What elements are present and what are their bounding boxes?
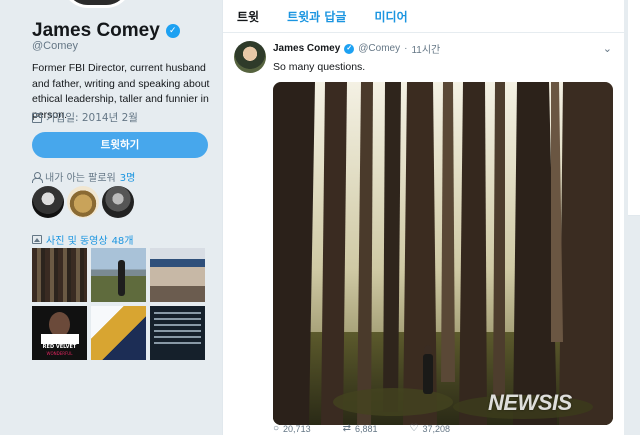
right-card [628,0,640,216]
followers-you-know-count[interactable]: 3명 [120,169,136,184]
followers-you-know-label[interactable]: 내가 아는 팔로워 [45,169,116,184]
tweet[interactable]: James Comey ✓ @Comey · 11시간 ⌄ So many qu… [223,33,624,425]
media-count[interactable]: 48개 [112,232,134,247]
reply-action[interactable]: ○ 20,713 [273,423,311,434]
media-thumbnail[interactable] [32,248,87,302]
tweet-to-button[interactable]: 트윗하기 [32,132,208,158]
retweet-count: 6,881 [354,423,378,434]
media-thumbnail[interactable] [150,248,205,302]
tweet-author-name[interactable]: James Comey [273,43,340,54]
followers-you-know[interactable]: 내가 아는 팔로워 3명 [32,169,135,184]
media-thumbnail[interactable]: RED VELVET WONDERFUL [32,306,87,360]
profile-name-row: James Comey ✓ [32,20,180,42]
timeline: 트윗 트윗과 답글 미디어 James Comey ✓ @Comey · 11시… [222,0,624,435]
follower-avatar[interactable] [32,186,64,218]
redwood-forest-image [273,82,613,425]
media-label[interactable]: 사진 및 동영상 [46,232,108,247]
photo-icon [32,235,42,244]
tweet-photo[interactable] [273,82,613,425]
joined-text: 가입일: 2014년 2월 [46,112,138,124]
verified-badge-icon: ✓ [165,24,180,38]
heart-icon: ♡ [409,423,419,434]
profile-handle[interactable]: @Comey [32,40,78,52]
tweet-actions: ○ 20,713 ⇄ 6,881 ♡ 37,208 [273,423,450,434]
like-action[interactable]: ♡ 37,208 [410,423,451,434]
profile-avatar[interactable] [62,0,132,8]
tab-media[interactable]: 미디어 [374,8,407,25]
follower-avatar[interactable] [67,186,99,218]
photos-videos-link[interactable]: 사진 및 동영상 48개 [32,232,134,247]
tweet-author-handle[interactable]: @Comey [358,43,400,54]
reply-count: 20,713 [283,423,311,434]
tab-tweets-and-replies[interactable]: 트윗과 답글 [287,8,346,25]
retweet-action[interactable]: ⇄ 6,881 [343,423,378,434]
calendar-icon [32,112,42,123]
profile-name[interactable]: James Comey [32,20,160,42]
profile-joined: 가입일: 2014년 2월 [32,110,138,125]
media-thumbnail[interactable] [150,306,205,360]
tweet-timestamp[interactable]: 11시간 [411,41,440,56]
follower-avatar[interactable] [102,186,134,218]
media-thumbnail[interactable] [91,248,146,302]
tweet-avatar[interactable] [234,41,266,73]
media-grid: RED VELVET WONDERFUL [32,248,205,360]
media-thumbnail-subcaption: WONDERFUL [46,351,73,356]
retweet-icon: ⇄ [342,423,351,434]
chevron-down-icon[interactable]: ⌄ [603,42,612,55]
tab-tweets[interactable]: 트윗 [237,8,259,25]
profile-sidebar: James Comey ✓ @Comey Former FBI Director… [0,0,222,435]
profile-tabs: 트윗 트윗과 답글 미디어 [223,0,624,33]
newsis-watermark: NEWSIS [488,390,572,415]
verified-badge-icon: ✓ [344,43,355,54]
media-thumbnail[interactable] [91,306,146,360]
tweet-header: James Comey ✓ @Comey · 11시간 [273,41,614,56]
follower-avatars [32,186,134,218]
media-thumbnail-caption: RED VELVET [42,344,77,350]
tweet-text: So many questions. [273,61,366,73]
person-icon [32,171,43,183]
tweet-separator: · [404,43,408,54]
reply-icon: ○ [273,423,280,434]
like-count: 37,208 [422,423,450,434]
